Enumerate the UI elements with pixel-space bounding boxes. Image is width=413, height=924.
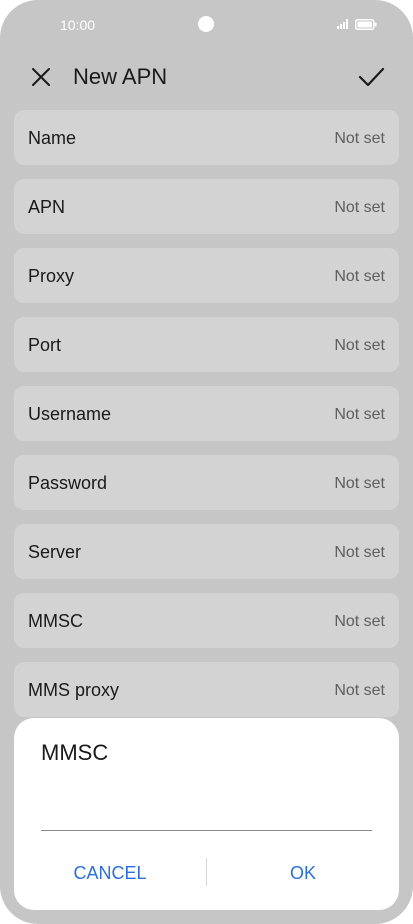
field-value: Not set [334,199,385,216]
field-row-password[interactable]: Password Not set [14,455,399,510]
phone-screen: 10:00 New APN Name Not set APN Not set P… [0,0,413,924]
field-value: Not set [334,130,385,147]
field-value: Not set [334,682,385,699]
ok-button[interactable]: OK [207,856,399,890]
camera-cutout [198,16,214,32]
field-value: Not set [334,337,385,354]
field-row-mms-proxy[interactable]: MMS proxy Not set [14,662,399,717]
dialog-actions: CANCEL OK [14,856,399,890]
app-bar: New APN [0,52,413,104]
page-title: New APN [73,64,168,89]
field-row-username[interactable]: Username Not set [14,386,399,441]
field-row-server[interactable]: Server Not set [14,524,399,579]
field-row-mmsc[interactable]: MMSC Not set [14,593,399,648]
field-label: APN [28,197,66,217]
field-value: Not set [334,613,385,630]
field-label: Name [28,128,77,148]
dialog-title: MMSC [41,740,109,765]
field-row-apn[interactable]: APN Not set [14,179,399,234]
battery-icon [355,19,377,30]
field-label: Password [28,473,108,493]
field-value: Not set [334,268,385,285]
field-value: Not set [334,406,385,423]
mmsc-dialog: MMSC CANCEL OK [14,718,399,910]
field-label: Proxy [28,266,75,286]
field-row-port[interactable]: Port Not set [14,317,399,372]
status-time: 10:00 [60,17,96,33]
cancel-button[interactable]: CANCEL [14,856,206,890]
field-label: Port [28,335,62,355]
check-icon[interactable] [357,63,385,91]
field-row-name[interactable]: Name Not set [14,110,399,165]
field-label: MMSC [28,611,83,631]
field-row-proxy[interactable]: Proxy Not set [14,248,399,303]
field-label: Username [28,404,112,424]
field-label: Server [28,542,82,562]
mmsc-input[interactable] [41,792,372,831]
field-label: MMS proxy [28,680,120,700]
field-value: Not set [334,544,385,561]
field-value: Not set [334,475,385,492]
apn-field-list: Name Not set APN Not set Proxy Not set P… [14,110,399,731]
signal-icon [337,19,348,29]
status-bar: 10:00 [0,0,413,50]
close-icon[interactable] [28,64,54,90]
